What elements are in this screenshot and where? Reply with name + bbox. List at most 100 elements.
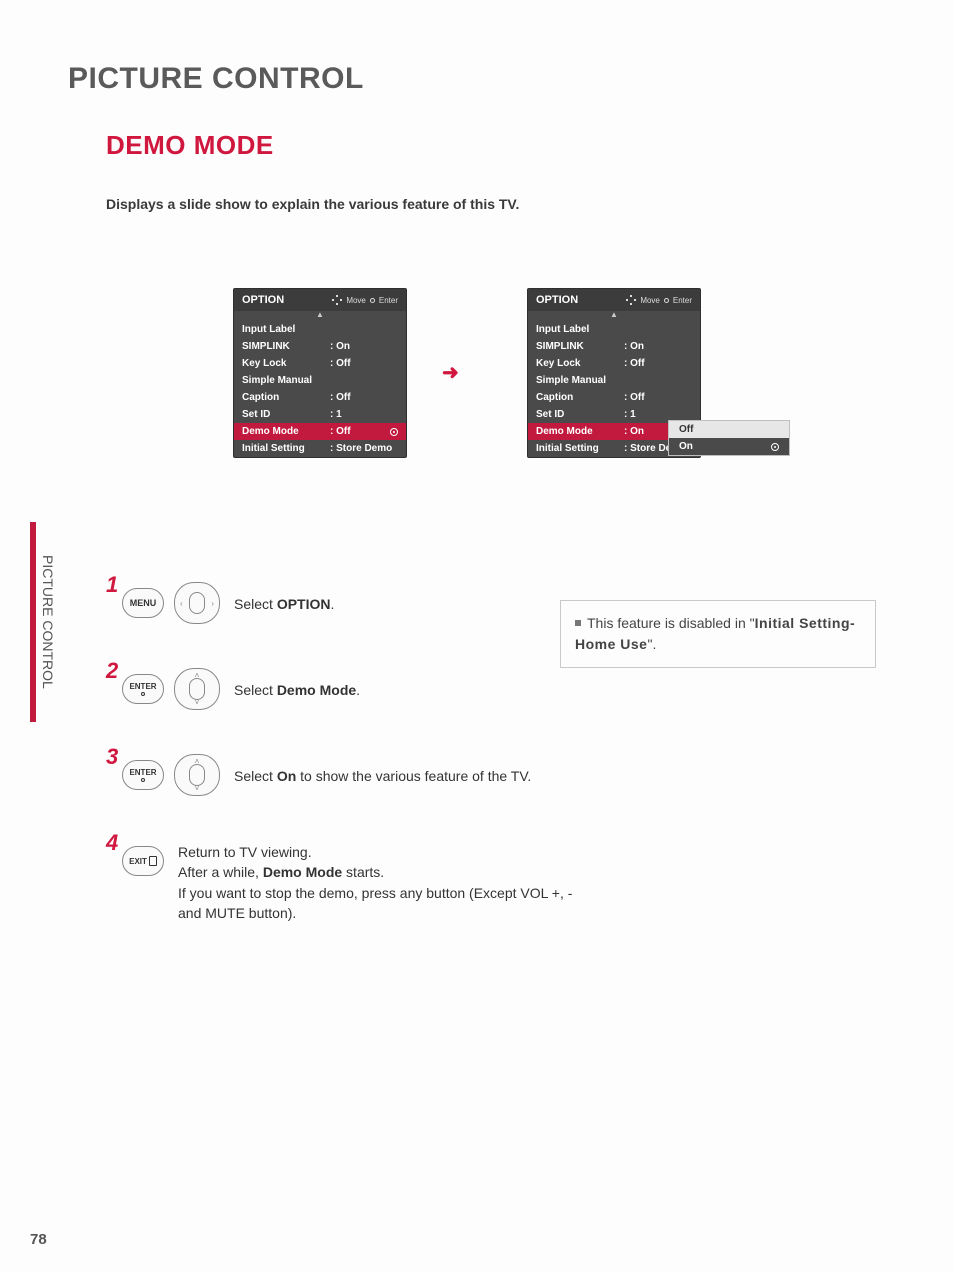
hint-enter: Enter	[379, 296, 398, 305]
section-intro: Displays a slide show to explain the var…	[106, 196, 519, 212]
osd-scroll-up-icon: ▲	[234, 311, 406, 321]
osd-row-label: Key Lock	[242, 358, 326, 369]
osd-row-value: : 1	[330, 409, 342, 420]
osd-header: OPTION Move Enter	[528, 289, 700, 311]
osd-row-value: : 1	[624, 409, 636, 420]
osd-row: Input Label	[528, 321, 700, 338]
osd-row: SIMPLINK: On	[528, 338, 700, 355]
step-number: 1	[106, 572, 118, 598]
exit-button-icon: EXIT	[122, 846, 164, 876]
osd-header: OPTION Move Enter	[234, 289, 406, 311]
hint-move: Move	[640, 296, 660, 305]
osd-title: OPTION	[242, 294, 284, 306]
t: to show the various feature of the TV.	[296, 768, 531, 784]
osd-row-value: : Off	[330, 358, 351, 369]
enter-button-icon: ENTER	[122, 674, 164, 704]
step-text: Select On to show the various feature of…	[234, 766, 531, 786]
demo-mode-popup: Off On	[668, 420, 790, 456]
osd-row-label: Caption	[242, 392, 326, 403]
step-number: 3	[106, 744, 118, 770]
osd-row-label: Initial Setting	[242, 443, 326, 454]
osd-row-value: : Store Demo	[330, 443, 392, 454]
nav-icon	[626, 295, 636, 305]
osd-title: OPTION	[536, 294, 578, 306]
t: This feature is disabled in "	[587, 615, 755, 631]
t: ".	[647, 636, 656, 652]
t: ENTER	[129, 683, 156, 691]
osd-row: Caption : Off	[234, 389, 406, 406]
osd-row-label: Input Label	[536, 324, 620, 335]
osd-row-label: SIMPLINK	[242, 341, 326, 352]
selection-ring-icon	[390, 428, 398, 436]
hint-enter: Enter	[673, 296, 692, 305]
popup-option-on-label: On	[679, 441, 693, 452]
t: .	[330, 596, 334, 612]
t: Select	[234, 596, 277, 612]
osd-row-label: Set ID	[242, 409, 326, 420]
bullet-icon	[575, 620, 581, 626]
enter-icon	[370, 298, 375, 303]
osd-row: Input Label	[234, 321, 406, 338]
enter-icon	[664, 298, 669, 303]
step-text: Select OPTION.	[234, 594, 334, 614]
osd-row: Simple Manual	[528, 372, 700, 389]
step-4: 4 EXIT Return to TV viewing. After a whi…	[106, 836, 876, 894]
osd-row-label: Caption	[536, 392, 620, 403]
page-number: 78	[30, 1231, 47, 1248]
selection-ring-icon	[771, 443, 779, 451]
t: ENTER	[129, 769, 156, 777]
popup-option-on: On	[669, 438, 789, 455]
nav-icon	[332, 295, 342, 305]
osd-row-value: : Off	[624, 392, 645, 403]
osd-row-label: Simple Manual	[242, 375, 326, 386]
osd-hints: Move Enter	[332, 295, 398, 305]
osd-row: SIMPLINK : On	[234, 338, 406, 355]
osd-row-value: : Off	[330, 392, 351, 403]
osd-row: Simple Manual	[234, 372, 406, 389]
osd-row-value: : On	[624, 426, 644, 437]
menu-button-icon: MENU	[122, 588, 164, 618]
osd-row-label: Input Label	[242, 324, 326, 335]
t: starts.	[342, 864, 384, 880]
step-2: 2 ENTER Select Demo Mode.	[106, 664, 876, 722]
dpad-left-right-icon	[174, 582, 220, 624]
hint-move: Move	[346, 296, 366, 305]
section-title: DEMO MODE	[106, 130, 274, 161]
osd-rows-left: Input Label SIMPLINK : On Key Lock : Off Simp…	[234, 321, 406, 457]
step-number: 2	[106, 658, 118, 684]
note-box: This feature is disabled in "Initial Set…	[560, 600, 876, 668]
step-3: 3 ENTER Select On to show the various fe…	[106, 750, 876, 808]
enter-button-icon: ENTER	[122, 760, 164, 790]
osd-row: Key Lock : Off	[234, 355, 406, 372]
osd-row: Demo Mode : Off	[234, 423, 406, 440]
osd-row-label: Simple Manual	[536, 375, 620, 386]
t: On	[277, 768, 296, 784]
t: Return to TV viewing.	[178, 844, 312, 860]
t: OPTION	[277, 596, 331, 612]
t: Select	[234, 682, 277, 698]
osd-row-label: Initial Setting	[536, 443, 620, 454]
osd-row: Key Lock: Off	[528, 355, 700, 372]
t: Select	[234, 768, 277, 784]
osd-hints: Move Enter	[626, 295, 692, 305]
osd-menu-before: OPTION Move Enter ▲ Input Label SIMPLINK:…	[233, 288, 407, 458]
osd-row-label: Set ID	[536, 409, 620, 420]
osd-row-label: Demo Mode	[536, 426, 620, 437]
osd-row-value: : Off	[330, 426, 351, 437]
osd-scroll-up-icon: ▲	[528, 311, 700, 321]
t: If you want to stop the demo, press any …	[178, 885, 572, 921]
osd-row-value: : On	[330, 341, 350, 352]
t: Demo Mode	[263, 864, 342, 880]
osd-row-label: Key Lock	[536, 358, 620, 369]
page-title: PICTURE CONTROL	[68, 62, 364, 96]
step-text: Select Demo Mode.	[234, 680, 360, 700]
t: Demo Mode	[277, 682, 356, 698]
transition-arrow-icon: ➜	[442, 360, 459, 385]
osd-row-label: Demo Mode	[242, 426, 326, 437]
popup-option-off: Off	[669, 421, 789, 438]
dpad-up-down-icon	[174, 668, 220, 710]
side-tab: PICTURE CONTROL	[30, 522, 56, 722]
osd-row: Caption : Off	[528, 389, 700, 406]
osd-row-label: SIMPLINK	[536, 341, 620, 352]
t: .	[356, 682, 360, 698]
